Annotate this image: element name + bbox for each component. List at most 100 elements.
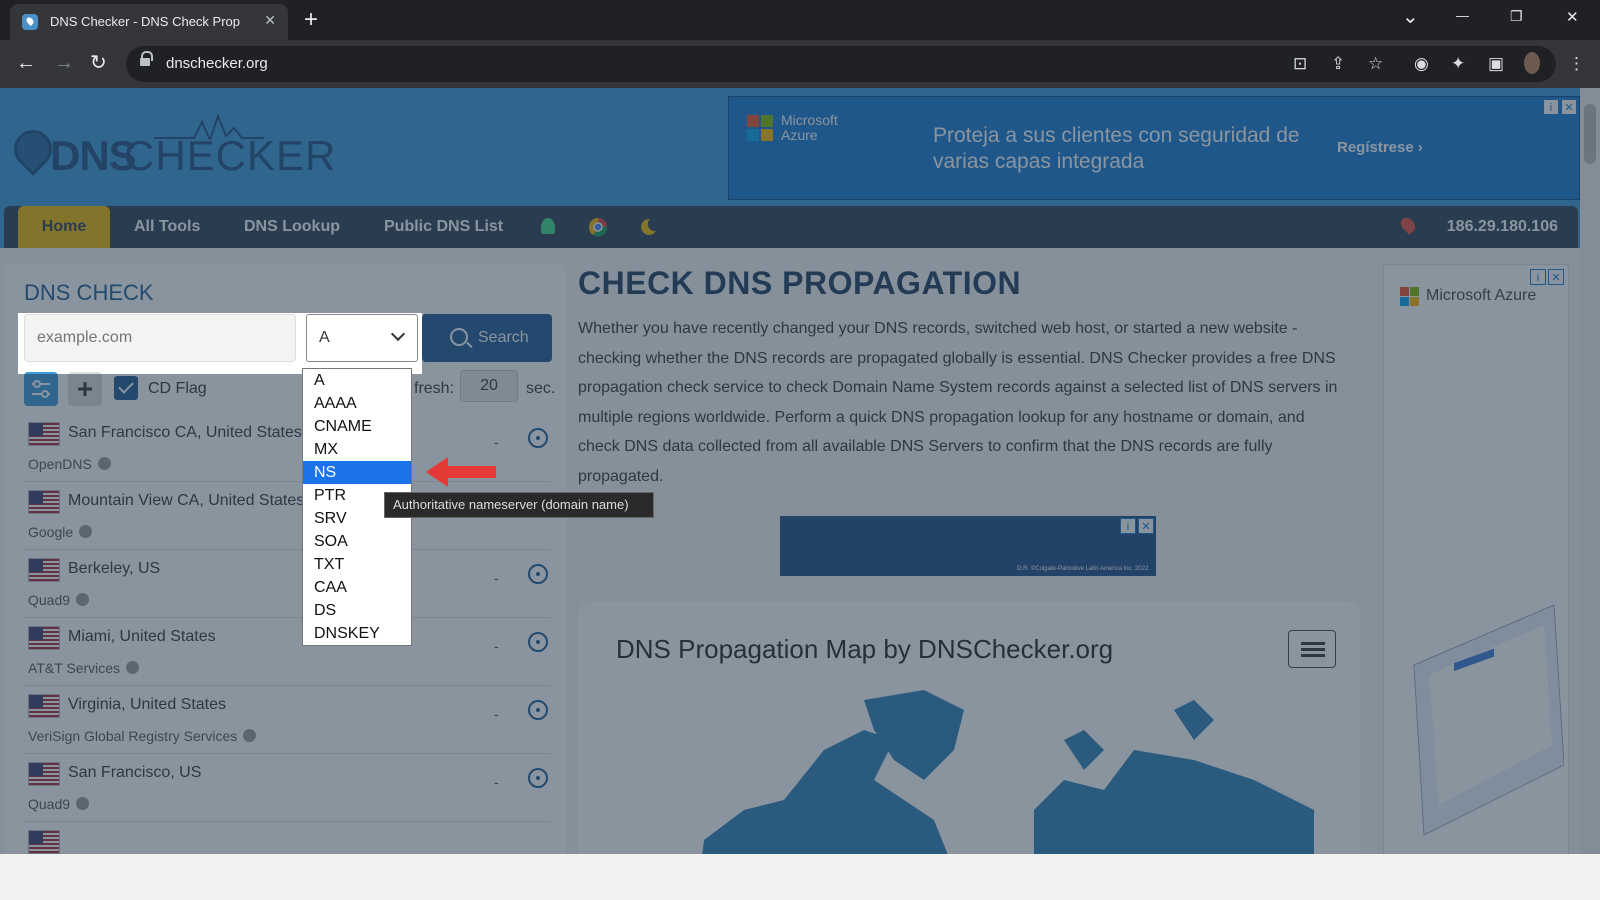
ad-info-icon[interactable]: i: [1543, 99, 1559, 115]
tab-close-icon[interactable]: ✕: [264, 12, 276, 29]
us-flag-icon: [28, 558, 60, 582]
sliders-icon: [32, 380, 50, 398]
us-flag-icon: [28, 626, 60, 650]
new-tab-button[interactable]: +: [304, 6, 318, 34]
server-provider: Quad9: [28, 592, 90, 608]
server-provider: Quad9: [28, 796, 90, 812]
option-dnskey[interactable]: DNSKEY: [303, 622, 411, 645]
page-title: CHECK DNS PROPAGATION: [578, 265, 1022, 301]
option-tooltip: Authoritative nameserver (domain name): [384, 492, 654, 518]
search-button[interactable]: Search: [422, 314, 552, 362]
page-description: Whether you have recently changed your D…: [578, 320, 1338, 485]
locate-on-map-icon[interactable]: [528, 768, 548, 788]
info-icon[interactable]: [76, 797, 90, 810]
hamburger-icon: [1301, 642, 1325, 645]
server-status: -: [494, 706, 499, 722]
locate-on-map-icon[interactable]: [528, 564, 548, 584]
option-aaaa[interactable]: AAAA: [303, 392, 411, 415]
plus-icon: [78, 382, 92, 396]
locate-on-map-icon[interactable]: [528, 700, 548, 720]
ad-close-icon[interactable]: ✕: [1548, 269, 1564, 285]
us-flag-icon: [28, 830, 60, 854]
ad-info-icon[interactable]: i: [1530, 269, 1546, 285]
server-status: -: [494, 434, 499, 450]
side-panel-icon[interactable]: ▣: [1488, 54, 1504, 74]
chevron-down-icon: [390, 326, 406, 342]
tab-search-icon[interactable]: ⌄: [1402, 4, 1419, 29]
server-status: -: [494, 570, 499, 586]
domain-input[interactable]: [24, 314, 296, 362]
info-icon[interactable]: [243, 729, 257, 742]
option-a[interactable]: A: [303, 369, 411, 392]
server-location: Miami, United States: [68, 628, 216, 645]
ad-brand: Microsoft Azure: [781, 112, 838, 143]
option-cname[interactable]: CNAME: [303, 415, 411, 438]
android-icon[interactable]: [538, 217, 558, 237]
option-ds[interactable]: DS: [303, 599, 411, 622]
nav-dns-lookup[interactable]: DNS Lookup: [244, 218, 340, 236]
close-window-button[interactable]: ✕: [1566, 8, 1579, 26]
option-caa[interactable]: CAA: [303, 576, 411, 599]
refresh-interval-input[interactable]: 20: [460, 370, 518, 402]
search-button-label: Search: [478, 329, 529, 346]
microsoft-logo-icon: [1400, 287, 1420, 307]
us-flag-icon: [28, 422, 60, 446]
chrome-icon[interactable]: [588, 217, 608, 237]
locate-on-map-icon[interactable]: [528, 632, 548, 652]
back-icon[interactable]: ←: [16, 52, 36, 74]
reload-icon[interactable]: ↻: [90, 52, 107, 74]
info-icon[interactable]: [79, 525, 93, 538]
locate-on-map-icon[interactable]: [528, 428, 548, 448]
page-scrollbar[interactable]: [1580, 88, 1600, 854]
option-soa[interactable]: SOA: [303, 530, 411, 553]
url-text: dnschecker.org: [166, 55, 268, 72]
user-ip-address: 186.29.180.106: [1446, 218, 1558, 235]
browser-toolbar: ← → ↻ dnschecker.org ⊡ ⇪ ☆ ◉ ✦ ▣ ⋮: [0, 40, 1600, 88]
share-icon[interactable]: ⇪: [1331, 54, 1345, 74]
scrollbar-thumb[interactable]: [1584, 104, 1596, 164]
info-icon[interactable]: [126, 661, 140, 674]
nav-all-tools[interactable]: All Tools: [134, 218, 200, 236]
server-row: Virginia, United States VeriSign Global …: [24, 686, 550, 754]
record-type-value: A: [319, 329, 330, 346]
option-txt[interactable]: TXT: [303, 553, 411, 576]
top-banner-ad[interactable]: Microsoft Azure Proteja a sus clientes c…: [728, 96, 1580, 200]
cd-flag-checkbox[interactable]: [114, 376, 138, 400]
ad-disclaimer: D.R. ©Colgate-Palmolive Latin America In…: [1017, 566, 1150, 572]
ad-close-icon[interactable]: ✕: [1561, 99, 1577, 115]
info-icon[interactable]: [97, 457, 111, 470]
translate-icon[interactable]: ⊡: [1293, 54, 1307, 74]
add-server-button[interactable]: [68, 372, 102, 406]
restore-button[interactable]: ❐: [1510, 8, 1523, 25]
option-ns[interactable]: NS: [303, 461, 411, 484]
profile-avatar[interactable]: [1524, 52, 1540, 74]
bookmark-star-icon[interactable]: ☆: [1368, 54, 1383, 74]
ad-info-icon[interactable]: i: [1120, 518, 1136, 534]
middle-banner-ad[interactable]: i ✕ D.R. ©Colgate-Palmolive Latin America…: [780, 516, 1156, 576]
browser-menu-icon[interactable]: ⋮: [1568, 54, 1585, 74]
server-location: San Francisco, US: [68, 764, 202, 781]
forward-icon[interactable]: →: [54, 52, 74, 74]
record-type-select[interactable]: A: [306, 314, 418, 362]
nav-public-dns-list[interactable]: Public DNS List: [384, 218, 503, 236]
browser-tab[interactable]: DNS Checker - DNS Check Prop ✕: [10, 4, 288, 40]
minimize-button[interactable]: —: [1456, 8, 1469, 23]
right-sidebar-ad[interactable]: Microsoft Azure i ✕: [1383, 264, 1569, 900]
server-location: Virginia, United States: [68, 696, 227, 713]
ad-close-icon[interactable]: ✕: [1138, 518, 1154, 534]
window-bottom: [0, 854, 1600, 900]
option-mx[interactable]: MX: [303, 438, 411, 461]
info-icon[interactable]: [76, 593, 90, 606]
extensions-puzzle-icon[interactable]: ✦: [1451, 54, 1465, 74]
search-form: A: [20, 308, 420, 368]
filter-settings-button[interactable]: [24, 372, 58, 406]
ad-cta-link[interactable]: Regístrese ›: [1337, 139, 1423, 156]
logo-text-dns: DNS: [50, 132, 137, 179]
nav-home[interactable]: Home: [18, 206, 110, 248]
map-menu-button[interactable]: [1288, 630, 1336, 668]
dark-mode-moon-icon[interactable]: [638, 217, 658, 237]
extension-icon[interactable]: ◉: [1414, 54, 1429, 74]
cd-flag-label: CD Flag: [148, 380, 207, 397]
server-row: San Francisco, US Quad9 -: [24, 754, 550, 822]
server-provider: VeriSign Global Registry Services: [28, 728, 257, 744]
